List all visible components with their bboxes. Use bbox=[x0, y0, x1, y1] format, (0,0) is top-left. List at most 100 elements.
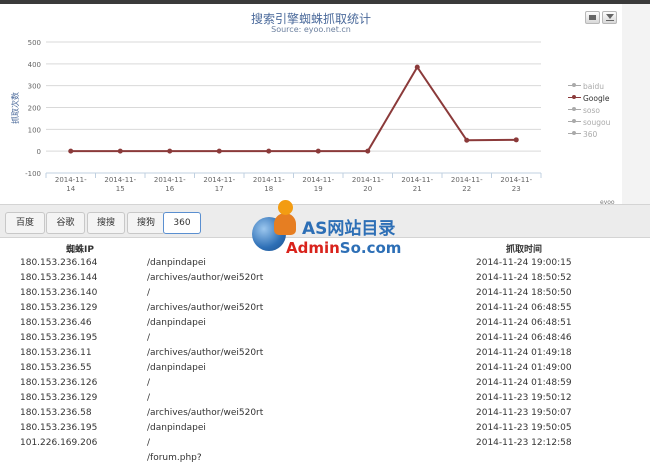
cell-time: 2014-11-24 06:48:55 bbox=[476, 303, 572, 313]
y-tick-label: -100 bbox=[25, 170, 41, 178]
legend-marker-icon bbox=[568, 82, 581, 90]
legend-item[interactable]: soso bbox=[568, 104, 610, 116]
watermark-line2: AdminSo.com bbox=[286, 239, 402, 257]
line-chart: -100 0 100 200 300 400 500 2014-11-14 2014-11-1… bbox=[10, 39, 542, 193]
table-row: 180.153.236.140 / 2014-11-24 18:50:50 bbox=[0, 286, 650, 301]
cell-ip: 180.153.236.58 bbox=[20, 408, 92, 418]
cell-ip: 180.153.236.164 bbox=[20, 258, 98, 268]
cell-path[interactable]: / bbox=[147, 288, 150, 298]
legend-item[interactable]: 360 bbox=[568, 128, 610, 140]
data-point[interactable] bbox=[167, 148, 173, 154]
cell-path[interactable]: /archives/author/wei520rt bbox=[147, 408, 263, 418]
cell-time: 2014-11-23 19:50:05 bbox=[476, 423, 572, 433]
cell-path[interactable]: /archives/author/wei520rt bbox=[147, 303, 263, 313]
cell-path[interactable]: /danpindapei bbox=[147, 423, 206, 433]
table-row: 180.153.236.195 / 2014-11-24 06:48:46 bbox=[0, 331, 650, 346]
cell-time: 2014-11-23 19:50:12 bbox=[476, 393, 572, 403]
cell-time: 2014-11-24 18:50:50 bbox=[476, 288, 572, 298]
x-tick-label: 2014-11-15 bbox=[104, 176, 136, 193]
data-point[interactable] bbox=[266, 148, 272, 154]
cell-path[interactable]: /archives/author/wei520rt bbox=[147, 348, 263, 358]
right-gutter bbox=[622, 4, 650, 204]
tab-360[interactable]: 360 bbox=[163, 212, 201, 234]
data-point[interactable] bbox=[315, 148, 321, 154]
x-tick-label: 2014-11-14 bbox=[55, 176, 87, 193]
y-tick-label: 200 bbox=[28, 105, 41, 113]
cell-ip: 180.153.236.140 bbox=[20, 288, 98, 298]
x-tick-label: 2014-11-22 bbox=[451, 176, 483, 193]
legend-item[interactable]: Google bbox=[568, 92, 610, 104]
x-tick-label: 2014-11-20 bbox=[352, 176, 384, 193]
data-point[interactable] bbox=[216, 148, 222, 154]
series-line-google bbox=[70, 65, 517, 153]
y-axis-label: 抓取次数 bbox=[10, 92, 20, 124]
legend-label: sougou bbox=[583, 117, 611, 127]
cell-path[interactable]: / bbox=[147, 378, 150, 388]
data-point[interactable] bbox=[414, 64, 420, 70]
table-row: 180.153.236.126 / 2014-11-24 01:48:59 bbox=[0, 376, 650, 391]
cell-path[interactable]: /archives/author/wei520rt bbox=[147, 273, 263, 283]
cell-time: 2014-11-24 18:50:52 bbox=[476, 273, 572, 283]
data-point[interactable] bbox=[117, 148, 123, 154]
cell-path[interactable]: / bbox=[147, 438, 150, 448]
cell-ip: 180.153.236.144 bbox=[20, 273, 98, 283]
cell-time: 2014-11-24 01:49:00 bbox=[476, 363, 572, 373]
cell-time: 2014-11-23 19:50:07 bbox=[476, 408, 572, 418]
x-tick-label: 2014-11-21 bbox=[401, 176, 433, 193]
y-tick-label: 500 bbox=[28, 39, 41, 47]
x-tick-label: 2014-11-19 bbox=[302, 176, 334, 193]
cell-path[interactable]: /danpindapei bbox=[147, 258, 206, 268]
cell-ip: 180.153.236.11 bbox=[20, 348, 92, 358]
legend-item[interactable]: sougou bbox=[568, 116, 610, 128]
cell-ip: 180.153.236.195 bbox=[20, 333, 98, 343]
table-row: 180.153.236.55/danpindapei 2014-11-24 01:… bbox=[0, 361, 650, 376]
x-tick-label: 2014-11-17 bbox=[203, 176, 235, 193]
cell-time: 2014-11-24 06:48:51 bbox=[476, 318, 572, 328]
tab-搜搜[interactable]: 搜搜 bbox=[87, 212, 125, 234]
cell-ip: 180.153.236.129 bbox=[20, 393, 98, 403]
data-point[interactable] bbox=[464, 137, 470, 143]
y-tick-label: 400 bbox=[28, 61, 41, 69]
legend-label: soso bbox=[583, 105, 600, 115]
cell-time: 2014-11-24 06:48:46 bbox=[476, 333, 572, 343]
y-tick-label: 300 bbox=[28, 83, 41, 91]
legend-label: Google bbox=[583, 93, 610, 103]
table-row: 180.153.236.129 / 2014-11-23 19:50:12 bbox=[0, 391, 650, 406]
data-point[interactable] bbox=[68, 148, 74, 154]
person-icon bbox=[274, 213, 296, 235]
tab-搜狗[interactable]: 搜狗 bbox=[127, 212, 165, 234]
cell-ip: 180.153.236.46 bbox=[20, 318, 92, 328]
legend-marker-icon bbox=[568, 118, 581, 126]
table-row: 180.153.236.129/archives/author/wei520rt… bbox=[0, 301, 650, 316]
cell-time: 2014-11-24 01:48:59 bbox=[476, 378, 572, 388]
y-tick-label: 0 bbox=[37, 148, 41, 156]
cell-time: 2014-11-23 12:12:58 bbox=[476, 438, 572, 448]
chart-legend: baidu Google soso sougou 360 bbox=[568, 80, 610, 140]
table-row: 101.226.169.206 / 2014-11-23 12:12:58 bbox=[0, 436, 650, 451]
legend-marker-icon bbox=[568, 130, 581, 138]
header-ip: 蜘蛛IP bbox=[66, 245, 94, 255]
cell-path[interactable]: /danpindapei bbox=[147, 318, 206, 328]
data-point[interactable] bbox=[513, 137, 519, 143]
y-tick-label: 100 bbox=[28, 126, 41, 134]
header-time: 抓取时间 bbox=[506, 245, 543, 255]
table-row: 180.153.236.46/danpindapei 2014-11-24 06:… bbox=[0, 316, 650, 331]
legend-marker-icon bbox=[568, 106, 581, 114]
cell-path[interactable]: / bbox=[147, 393, 150, 403]
cell-path[interactable]: / bbox=[147, 333, 150, 343]
cell-ip: 180.153.236.129 bbox=[20, 303, 98, 313]
legend-item[interactable]: baidu bbox=[568, 80, 610, 92]
watermark-logo: AS网站目录 AdminSo.com bbox=[250, 196, 410, 266]
legend-label: baidu bbox=[583, 81, 604, 91]
tab-谷歌[interactable]: 谷歌 bbox=[46, 212, 85, 234]
cell-path[interactable]: /danpindapei bbox=[147, 363, 206, 373]
table-row: 180.153.236.195/danpindapei 2014-11-23 19… bbox=[0, 421, 650, 436]
watermark-line1: AS网站目录 bbox=[302, 219, 396, 239]
table-row: 180.153.236.58/archives/author/wei520rt 2… bbox=[0, 406, 650, 421]
data-point[interactable] bbox=[365, 148, 371, 154]
cell-ip: 101.226.169.206 bbox=[20, 438, 98, 448]
tab-百度[interactable]: 百度 bbox=[5, 212, 45, 234]
table-row: /forum.php? bbox=[0, 451, 650, 466]
x-tick-label: 2014-11-18 bbox=[253, 176, 285, 193]
legend-marker-icon bbox=[568, 94, 581, 102]
